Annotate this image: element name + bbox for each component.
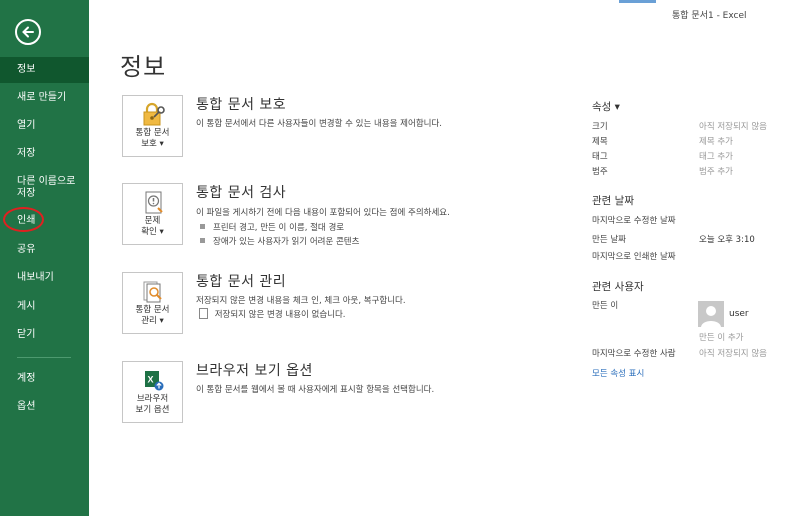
person-icon bbox=[701, 306, 721, 327]
last-modified-by-label: 마지막으로 수정한 사람 bbox=[592, 349, 676, 359]
lock-key-icon bbox=[123, 102, 182, 128]
top-accent-bar bbox=[619, 0, 656, 3]
last-printed-label: 마지막으로 인쇄한 날짜 bbox=[592, 252, 676, 262]
prop-size-label: 크기 bbox=[592, 122, 608, 132]
manage-workbook-button[interactable]: 통합 문서 관리 ▾ bbox=[122, 272, 183, 334]
document-icon bbox=[199, 308, 208, 319]
protect-title: 통합 문서 보호 bbox=[196, 97, 287, 113]
manage-button-label-2: 관리 ▾ bbox=[141, 316, 164, 326]
backstage-sidebar: 정보 새로 만들기 열기 저장 다른 이름으로 저장 인쇄 공유 내보내기 게시… bbox=[0, 0, 89, 516]
browser-view-options-button[interactable]: X 브라우저 보기 옵션 bbox=[122, 361, 183, 423]
nav-info-label: 정보 bbox=[17, 64, 36, 75]
nav-account-label: 계정 bbox=[17, 373, 36, 384]
back-button[interactable] bbox=[15, 19, 41, 45]
manage-note-text: 저장되지 않은 변경 내용이 없습니다. bbox=[214, 310, 346, 320]
check-button-label-1: 문제 bbox=[144, 216, 161, 226]
nav-options[interactable]: 옵션 bbox=[0, 401, 89, 413]
nav-export[interactable]: 내보내기 bbox=[0, 272, 89, 284]
prop-category-label: 범주 bbox=[592, 167, 608, 177]
sidebar-divider bbox=[17, 357, 71, 358]
nav-close[interactable]: 닫기 bbox=[0, 329, 89, 341]
prop-title-input[interactable]: 제목 추가 bbox=[699, 135, 733, 147]
inspect-bullet-2-text: 장애가 있는 사용자가 읽기 어려운 콘텐츠 bbox=[213, 237, 360, 247]
browser-button-label-2: 보기 옵션 bbox=[135, 405, 170, 415]
inspect-bullet-2: 장애가 있는 사용자가 읽기 어려운 콘텐츠 bbox=[200, 235, 359, 247]
author-name[interactable]: user bbox=[729, 309, 749, 319]
svg-text:X: X bbox=[147, 375, 153, 385]
prop-title-label: 제목 bbox=[592, 137, 608, 147]
inspect-title: 통합 문서 검사 bbox=[196, 185, 287, 201]
check-issues-button[interactable]: 문제 확인 ▾ bbox=[122, 183, 183, 245]
people-heading: 관련 사용자 bbox=[592, 281, 644, 293]
show-all-properties-link[interactable]: 모든 속성 표시 bbox=[592, 367, 644, 379]
author-label: 만든 이 bbox=[592, 301, 619, 311]
browser-desc: 이 통합 문서를 웹에서 볼 때 사용자에게 표시할 항목을 선택합니다. bbox=[196, 385, 435, 395]
nav-open[interactable]: 열기 bbox=[0, 120, 89, 132]
nav-new[interactable]: 새로 만들기 bbox=[0, 92, 89, 104]
nav-options-label: 옵션 bbox=[17, 401, 36, 412]
nav-publish[interactable]: 게시 bbox=[0, 301, 89, 313]
nav-save-as-label-2: 저장 bbox=[17, 188, 36, 199]
manage-note: 저장되지 않은 변경 내용이 없습니다. bbox=[199, 308, 346, 320]
prop-tags-label: 태그 bbox=[592, 152, 608, 162]
nav-publish-label: 게시 bbox=[17, 301, 36, 312]
inspect-document-icon bbox=[123, 190, 182, 216]
prop-tags-input[interactable]: 태그 추가 bbox=[699, 150, 733, 162]
nav-open-label: 열기 bbox=[17, 120, 36, 131]
nav-close-label: 닫기 bbox=[17, 329, 36, 340]
last-modified-by-value: 아직 저장되지 않음 bbox=[699, 349, 767, 359]
created-value: 오늘 오후 3:10 bbox=[699, 235, 755, 245]
window-title: 통합 문서1 - Excel bbox=[672, 11, 747, 21]
manage-title: 통합 문서 관리 bbox=[196, 274, 287, 290]
protect-button-label-2: 보호 ▾ bbox=[141, 139, 164, 149]
nav-share-label: 공유 bbox=[17, 244, 36, 255]
dates-heading: 관련 날짜 bbox=[592, 195, 634, 207]
nav-share[interactable]: 공유 bbox=[0, 244, 89, 256]
add-author-input[interactable]: 만든 이 추가 bbox=[699, 331, 744, 343]
manage-desc: 저장되지 않은 변경 내용을 체크 인, 체크 아웃, 복구합니다. bbox=[196, 296, 406, 306]
inspect-bullet-1-text: 프린터 경고, 만든 이 이름, 절대 경로 bbox=[213, 223, 345, 233]
check-button-label-2: 확인 ▾ bbox=[141, 227, 164, 237]
nav-save-as-label-1: 다른 이름으로 bbox=[17, 176, 76, 187]
nav-save-as[interactable]: 다른 이름으로 저장 bbox=[0, 176, 89, 200]
nav-info[interactable]: 정보 bbox=[0, 57, 89, 83]
prop-category-input[interactable]: 범주 추가 bbox=[699, 165, 733, 177]
browser-button-label-1: 브라우저 bbox=[136, 394, 169, 404]
manage-button-label-1: 통합 문서 bbox=[135, 305, 170, 315]
nav-export-label: 내보내기 bbox=[17, 272, 54, 283]
back-arrow-icon bbox=[22, 26, 34, 38]
print-highlight-circle bbox=[3, 207, 44, 232]
page-title: 정보 bbox=[120, 53, 167, 81]
avatar bbox=[698, 301, 724, 327]
last-modified-label: 마지막으로 수정한 날짜 bbox=[592, 216, 676, 226]
protect-button-label-1: 통합 문서 bbox=[135, 128, 170, 138]
nav-save[interactable]: 저장 bbox=[0, 148, 89, 160]
browser-title: 브라우저 보기 옵션 bbox=[196, 363, 313, 379]
inspect-desc: 이 파일을 게시하기 전에 다음 내용이 포함되어 있다는 점에 주의하세요. bbox=[196, 208, 450, 218]
nav-new-label: 새로 만들기 bbox=[17, 92, 67, 103]
excel-browser-icon: X bbox=[123, 368, 182, 394]
manage-workbook-icon bbox=[123, 279, 182, 305]
inspect-bullet-1: 프린터 경고, 만든 이 이름, 절대 경로 bbox=[200, 221, 344, 233]
created-label: 만든 날짜 bbox=[592, 235, 626, 245]
protect-workbook-button[interactable]: 통합 문서 보호 ▾ bbox=[122, 95, 183, 157]
properties-heading[interactable]: 속성 ▾ bbox=[592, 99, 620, 114]
prop-size-value: 아직 저장되지 않음 bbox=[699, 122, 767, 132]
nav-save-label: 저장 bbox=[17, 148, 36, 159]
nav-account[interactable]: 계정 bbox=[0, 373, 89, 385]
protect-desc: 이 통합 문서에서 다른 사용자들이 변경할 수 있는 내용을 제어합니다. bbox=[196, 119, 442, 129]
